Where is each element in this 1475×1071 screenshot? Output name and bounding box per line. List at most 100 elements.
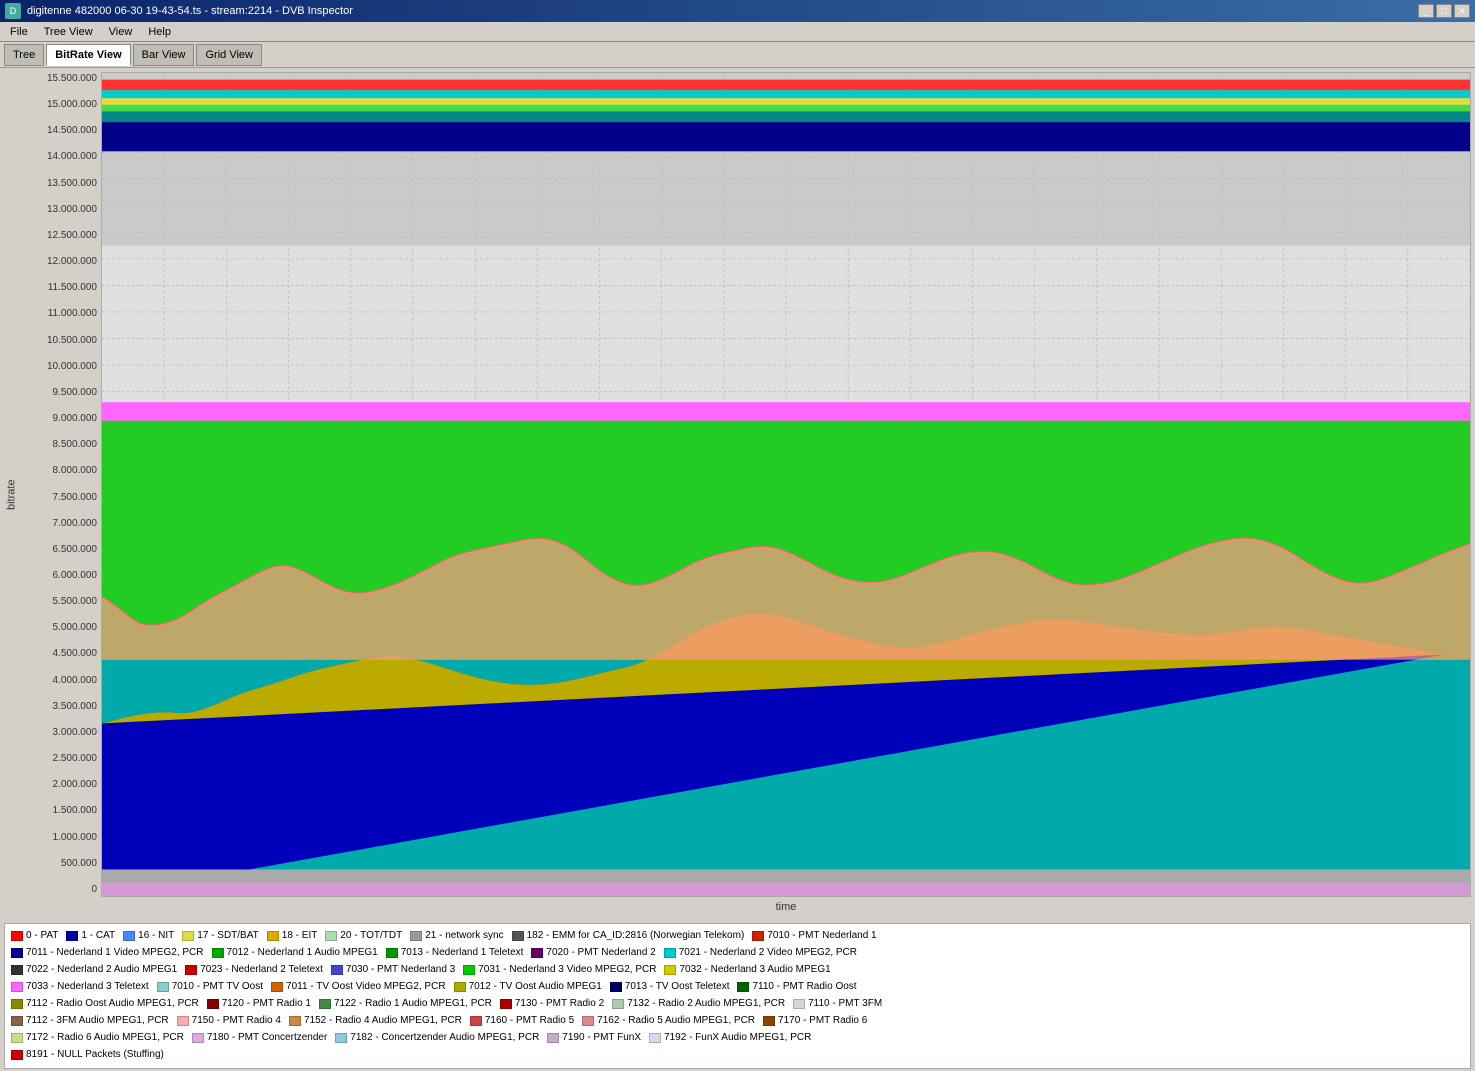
y-tick: 15.500.000	[47, 74, 97, 84]
y-tick: 14.000.000	[47, 152, 97, 162]
legend-item-3fm-audio: 7112 - 3FM Audio MPEG1, PCR	[11, 1013, 169, 1029]
title-bar: D digitenne 482000 06-30 19-43-54.ts - s…	[0, 0, 1475, 22]
legend-row-7: 7172 - Radio 6 Audio MPEG1, PCR 7180 - P…	[11, 1030, 1464, 1046]
legend-label: 7021 - Nederland 2 Video MPEG2, PCR	[679, 945, 857, 961]
legend-item-pmt-radio6: 7170 - PMT Radio 6	[763, 1013, 867, 1029]
legend-item-ned3-teletext: 7033 - Nederland 3 Teletext	[11, 979, 149, 995]
app-icon: D	[5, 3, 21, 19]
x-axis-label: time	[101, 897, 1471, 917]
y-tick: 3.500.000	[53, 702, 98, 712]
legend-label: 7180 - PMT Concertzender	[207, 1030, 327, 1046]
legend-item-ned3-audio: 7032 - Nederland 3 Audio MPEG1	[664, 962, 830, 978]
legend-label: 7132 - Radio 2 Audio MPEG1, PCR	[627, 996, 785, 1012]
legend-item-ned1-audio: 7012 - Nederland 1 Audio MPEG1	[212, 945, 378, 961]
legend-label: 7110 - PMT 3FM	[808, 996, 882, 1012]
legend-item-tvoost-audio: 7012 - TV Oost Audio MPEG1	[454, 979, 602, 995]
legend-label: 7012 - Nederland 1 Audio MPEG1	[227, 945, 378, 961]
menu-tree-view[interactable]: Tree View	[38, 25, 99, 39]
legend-label: 7030 - PMT Nederland 3	[346, 962, 455, 978]
legend-label: 7160 - PMT Radio 5	[485, 1013, 574, 1029]
y-tick: 6.000.000	[53, 571, 98, 581]
y-tick: 2.000.000	[53, 780, 98, 790]
legend-item-pmt-tvoost: 7010 - PMT TV Oost	[157, 979, 263, 995]
window-title: digitenne 482000 06-30 19-43-54.ts - str…	[27, 5, 353, 17]
legend-item-pmt-concertzender: 7180 - PMT Concertzender	[192, 1030, 327, 1046]
legend-label: 18 - EIT	[282, 928, 318, 944]
legend-label: 7023 - Nederland 2 Teletext	[200, 962, 323, 978]
y-tick: 2.500.000	[53, 754, 98, 764]
y-tick: 9.000.000	[53, 414, 98, 424]
legend-label: 7020 - PMT Nederland 2	[546, 945, 655, 961]
legend-label: 182 - EMM for CA_ID:2816 (Norwegian Tele…	[527, 928, 745, 944]
legend-row-8: 8191 - NULL Packets (Stuffing)	[11, 1047, 1464, 1063]
legend-item-pmt-3fm: 7110 - PMT 3FM	[793, 996, 882, 1012]
main-content: bitrate 15.500.000 15.000.000 14.500.000…	[0, 68, 1475, 1071]
legend-label: 8191 - NULL Packets (Stuffing)	[26, 1047, 164, 1063]
y-tick: 1.500.000	[53, 806, 98, 816]
legend-label: 7032 - Nederland 3 Audio MPEG1	[679, 962, 830, 978]
legend-item-pmt-radio5: 7160 - PMT Radio 5	[470, 1013, 574, 1029]
legend-item-null-packets: 8191 - NULL Packets (Stuffing)	[11, 1047, 164, 1063]
legend-label: 7192 - FunX Audio MPEG1, PCR	[664, 1030, 811, 1046]
legend-item-networksync: 21 - network sync	[410, 928, 503, 944]
y-tick: 1.000.000	[53, 833, 98, 843]
y-tick: 10.000.000	[47, 362, 97, 372]
legend-item-radio4-audio: 7152 - Radio 4 Audio MPEG1, PCR	[289, 1013, 462, 1029]
legend-item-pmt-radio1: 7120 - PMT Radio 1	[207, 996, 311, 1012]
legend-label: 16 - NIT	[138, 928, 174, 944]
legend-label: 7010 - PMT Nederland 1	[767, 928, 876, 944]
legend-item-nit: 16 - NIT	[123, 928, 174, 944]
legend-row-3: 7022 - Nederland 2 Audio MPEG1 7023 - Ne…	[11, 962, 1464, 978]
legend-item-pmt-radio4: 7150 - PMT Radio 4	[177, 1013, 281, 1029]
chart-with-axes: 15.500.000 15.000.000 14.500.000 14.000.…	[21, 72, 1471, 917]
legend-item-pmt-radio2: 7130 - PMT Radio 2	[500, 996, 604, 1012]
legend-row-1: 0 - PAT 1 - CAT 16 - NIT 17 - SDT/BAT 18…	[11, 928, 1464, 944]
close-button[interactable]: ✕	[1454, 4, 1470, 18]
tab-grid-view[interactable]: Grid View	[196, 44, 261, 66]
legend-label: 7012 - TV Oost Audio MPEG1	[469, 979, 602, 995]
legend-label: 7152 - Radio 4 Audio MPEG1, PCR	[304, 1013, 462, 1029]
legend-row-5: 7112 - Radio Oost Audio MPEG1, PCR 7120 …	[11, 996, 1464, 1012]
legend-item-pmt-ned2: 7020 - PMT Nederland 2	[531, 945, 655, 961]
legend-item-radio6-audio: 7172 - Radio 6 Audio MPEG1, PCR	[11, 1030, 184, 1046]
legend-label: 7182 - Concertzender Audio MPEG1, PCR	[350, 1030, 539, 1046]
tab-tree[interactable]: Tree	[4, 44, 44, 66]
legend-label: 7190 - PMT FunX	[562, 1030, 641, 1046]
y-tick: 15.000.000	[47, 100, 97, 110]
y-tick: 12.000.000	[47, 257, 97, 267]
minimize-button[interactable]: _	[1418, 4, 1434, 18]
legend-label: 7172 - Radio 6 Audio MPEG1, PCR	[26, 1030, 184, 1046]
legend-label: 7170 - PMT Radio 6	[778, 1013, 867, 1029]
legend-item-radio2-audio: 7132 - Radio 2 Audio MPEG1, PCR	[612, 996, 785, 1012]
legend-item-radio-oost-audio: 7112 - Radio Oost Audio MPEG1, PCR	[11, 996, 199, 1012]
y-tick: 10.500.000	[47, 336, 97, 346]
legend-label: 20 - TOT/TDT	[340, 928, 402, 944]
y-tick: 500.000	[61, 859, 97, 869]
y-tick: 3.000.000	[53, 728, 98, 738]
legend-label: 1 - CAT	[81, 928, 115, 944]
menu-help[interactable]: Help	[142, 25, 177, 39]
legend-label: 7033 - Nederland 3 Teletext	[26, 979, 149, 995]
menu-view[interactable]: View	[103, 25, 139, 39]
chart-svg	[102, 73, 1470, 896]
legend-item-ned1-video: 7011 - Nederland 1 Video MPEG2, PCR	[11, 945, 204, 961]
y-tick: 11.000.000	[48, 309, 97, 319]
legend-label: 7162 - Radio 5 Audio MPEG1, PCR	[597, 1013, 755, 1029]
legend-label: 7112 - 3FM Audio MPEG1, PCR	[26, 1013, 169, 1029]
legend-row-2: 7011 - Nederland 1 Video MPEG2, PCR 7012…	[11, 945, 1464, 961]
legend-item-ned2-teletext: 7023 - Nederland 2 Teletext	[185, 962, 323, 978]
menu-file[interactable]: File	[4, 25, 34, 39]
legend-row-6: 7112 - 3FM Audio MPEG1, PCR 7150 - PMT R…	[11, 1013, 1464, 1029]
legend-label: 7031 - Nederland 3 Video MPEG2, PCR	[478, 962, 656, 978]
tab-bar-view[interactable]: Bar View	[133, 44, 195, 66]
y-tick: 6.500.000	[53, 545, 98, 555]
tab-bitrate-view[interactable]: BitRate View	[46, 44, 130, 66]
legend-label: 7130 - PMT Radio 2	[515, 996, 604, 1012]
menu-bar: File Tree View View Help	[0, 22, 1475, 42]
y-tick: 8.000.000	[53, 466, 98, 476]
legend-label: 7011 - Nederland 1 Video MPEG2, PCR	[26, 945, 204, 961]
maximize-button[interactable]: □	[1436, 4, 1452, 18]
legend-item-radio1-audio: 7122 - Radio 1 Audio MPEG1, PCR	[319, 996, 492, 1012]
y-tick: 14.500.000	[47, 126, 97, 136]
chart-area: bitrate 15.500.000 15.000.000 14.500.000…	[0, 68, 1475, 921]
